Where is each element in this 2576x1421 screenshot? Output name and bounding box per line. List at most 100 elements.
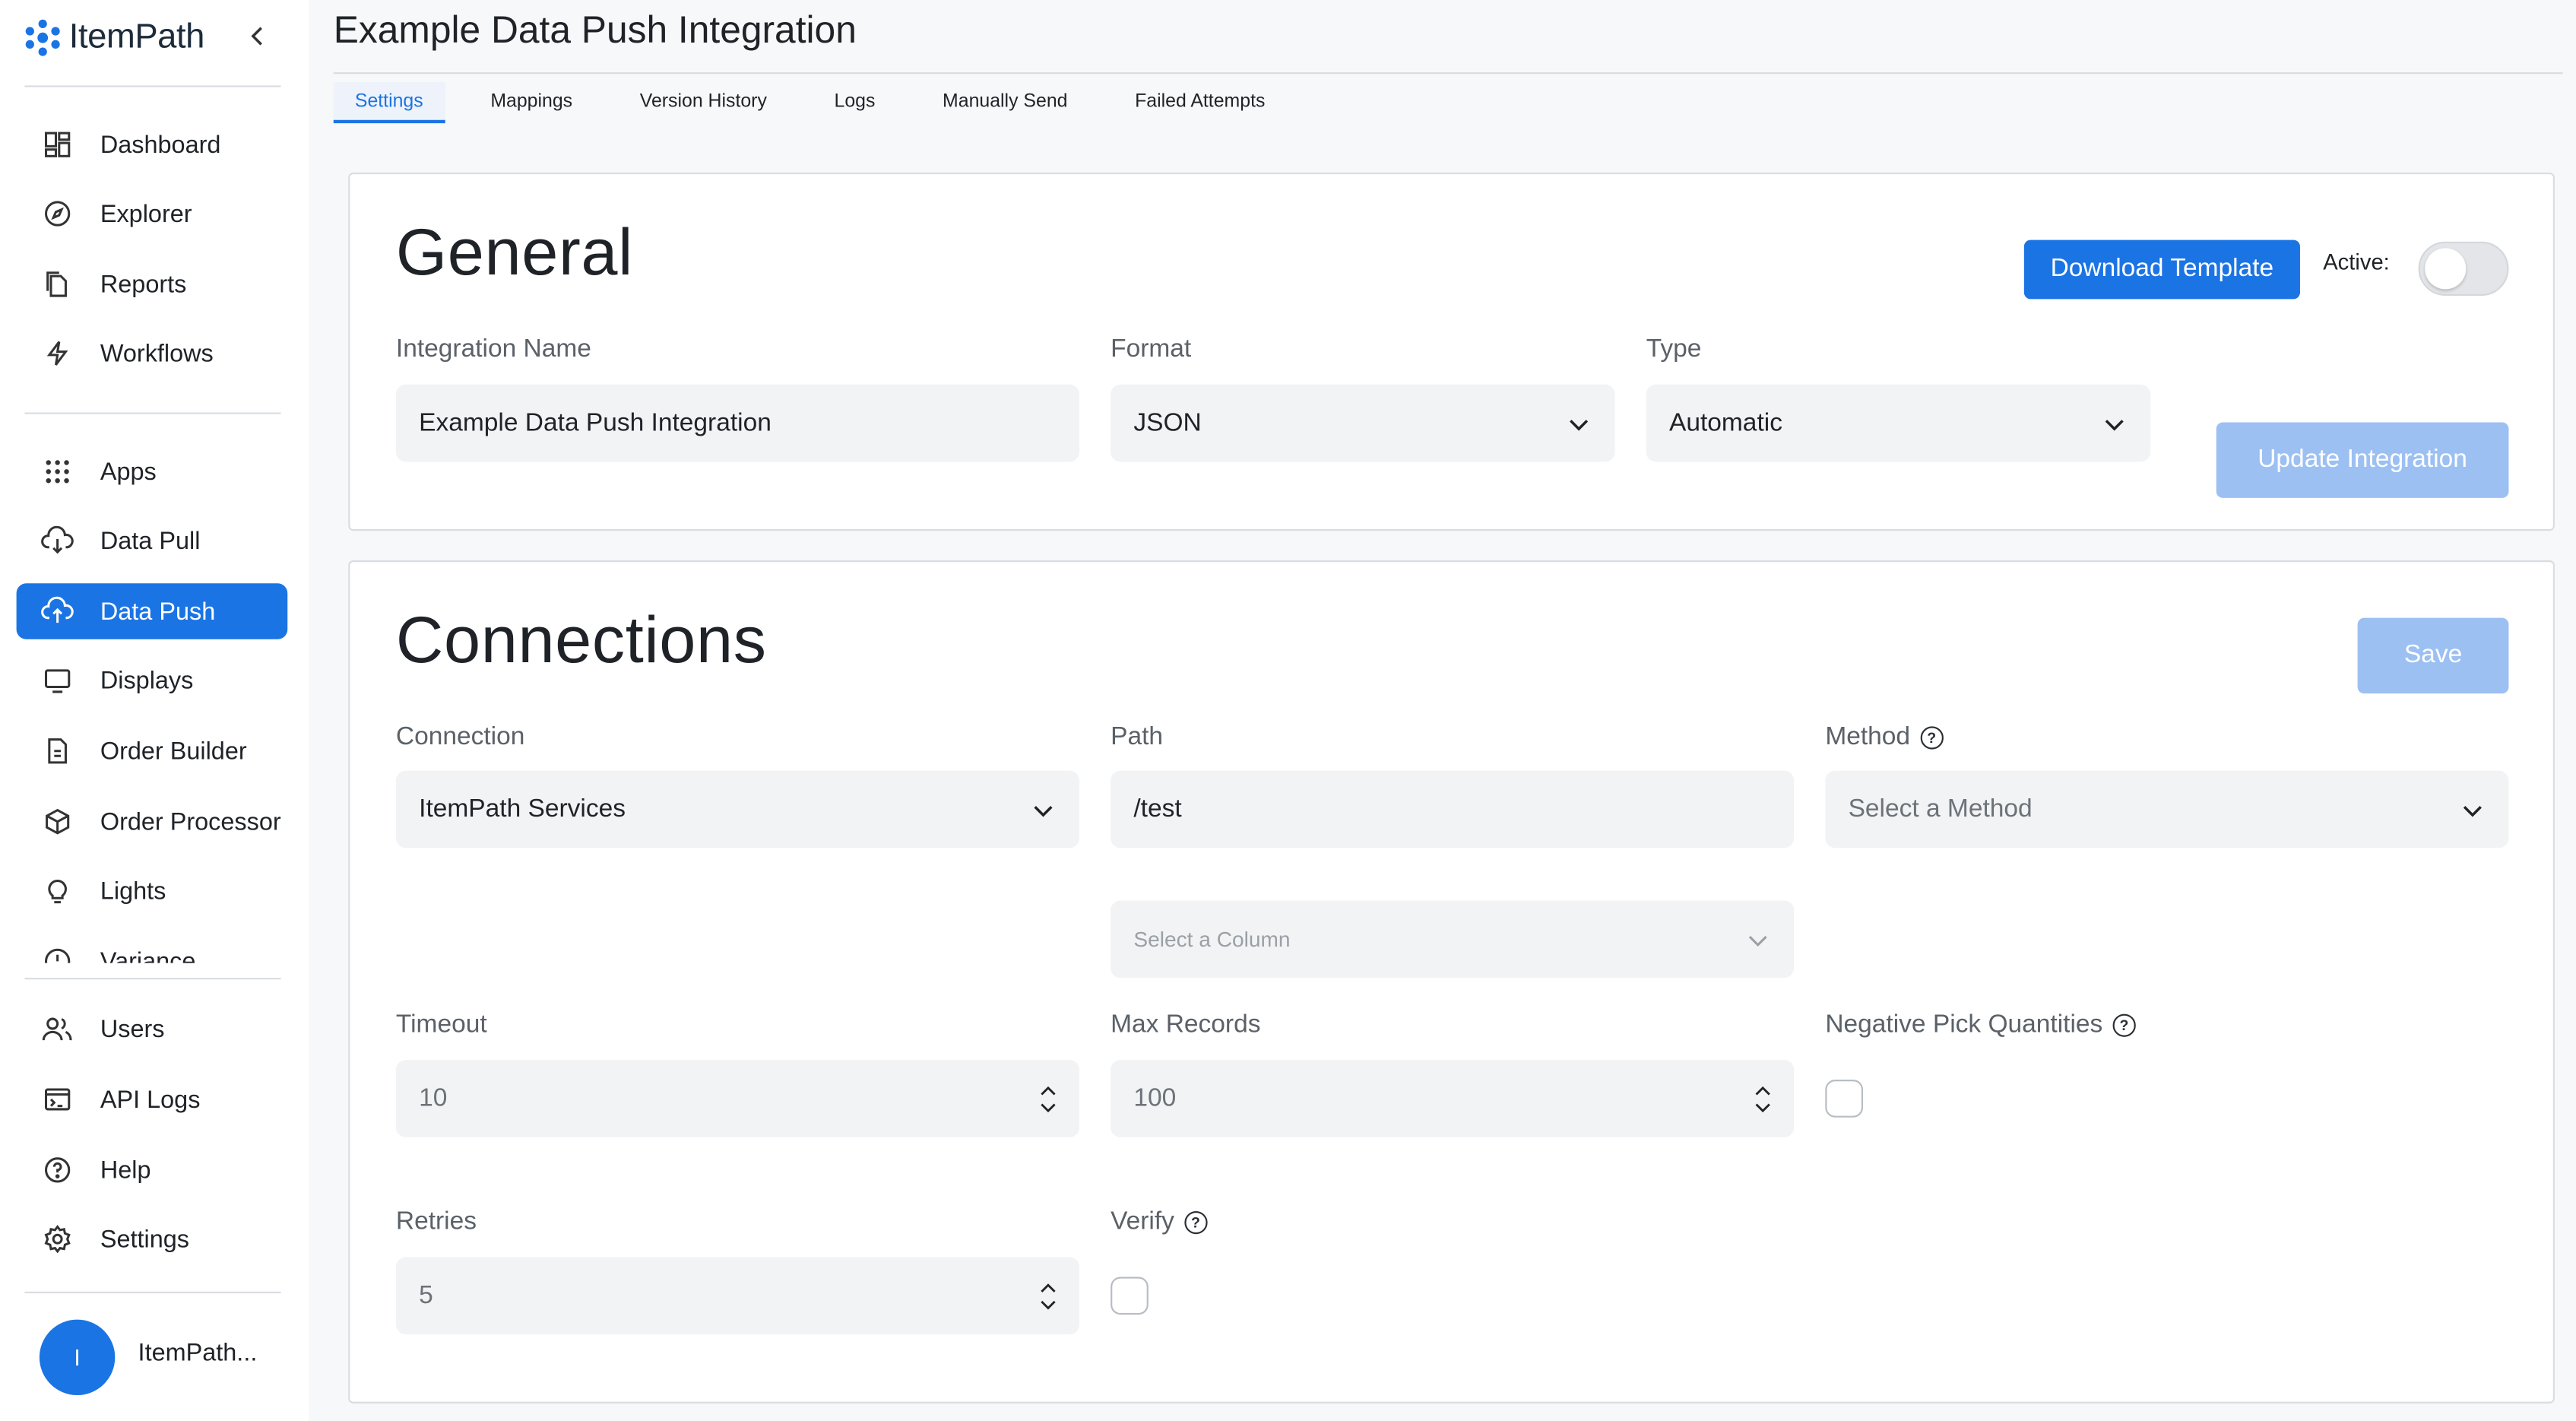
sidebar-item-label: Users: [100, 1014, 165, 1043]
max-records-input[interactable]: 100: [1111, 1060, 1795, 1137]
sidebar-item-apps[interactable]: Apps: [17, 444, 288, 500]
tab-logs[interactable]: Logs: [813, 82, 896, 123]
sidebar-item-order-builder[interactable]: Order Builder: [17, 723, 288, 779]
gear-icon: [41, 1223, 74, 1255]
avatar[interactable]: I: [39, 1319, 116, 1396]
tab-mappings[interactable]: Mappings: [469, 82, 594, 123]
chevron-down-icon[interactable]: [1754, 1102, 1771, 1112]
retries-input[interactable]: 5: [395, 1257, 1080, 1335]
type-select[interactable]: Automatic: [1646, 384, 2151, 462]
download-template-button[interactable]: Download Template: [2023, 239, 2300, 300]
sidebar-item-data-pull[interactable]: Data Pull: [17, 512, 288, 568]
brand-logo[interactable]: ItemPath: [23, 17, 204, 59]
path-value: /test: [1133, 795, 1182, 823]
chevron-down-icon: [1570, 419, 1589, 430]
negative-pick-checkbox[interactable]: [1825, 1080, 1864, 1118]
cloud-upload-icon: [41, 595, 74, 627]
tab-failed-attempts[interactable]: Failed Attempts: [1114, 82, 1287, 123]
sidebar-item-settings[interactable]: Settings: [17, 1211, 288, 1267]
general-card: General Download Template Active: Integr…: [348, 172, 2555, 531]
negative-pick-label-text: Negative Pick Quantities: [1825, 1010, 2103, 1039]
retries-label: Retries: [395, 1207, 477, 1236]
sidebar-item-variance[interactable]: Variance: [17, 934, 288, 963]
chevron-up-icon[interactable]: [1754, 1085, 1771, 1096]
sidebar-item-api-logs[interactable]: API Logs: [17, 1071, 288, 1127]
help-circle-icon[interactable]: ?: [2112, 1013, 2136, 1037]
tab-version-history[interactable]: Version History: [619, 82, 788, 123]
connection-select[interactable]: ItemPath Services: [395, 770, 1080, 848]
help-circle-icon[interactable]: ?: [1920, 726, 1944, 750]
sidebar-item-label: Data Pull: [100, 526, 201, 555]
sidebar-item-workflows[interactable]: Workflows: [17, 325, 288, 381]
method-select[interactable]: Select a Method: [1825, 770, 2509, 848]
sidebar-item-label: Variance: [100, 947, 196, 963]
divider: [24, 85, 281, 87]
timeout-input[interactable]: 10: [395, 1060, 1080, 1137]
save-button[interactable]: Save: [2357, 617, 2509, 694]
sidebar-item-label: Workflows: [100, 339, 214, 368]
chevron-down-icon: [1748, 934, 1767, 946]
help-circle-icon[interactable]: ?: [1183, 1210, 1208, 1235]
format-value: JSON: [1133, 408, 1202, 436]
number-stepper[interactable]: [1040, 1085, 1057, 1112]
sidebar-item-explorer[interactable]: Explorer: [17, 186, 288, 241]
connection-label: Connection: [395, 723, 525, 751]
sidebar-item-label: Apps: [100, 457, 157, 486]
method-placeholder: Select a Method: [1848, 795, 2033, 823]
sidebar-item-label: API Logs: [100, 1085, 201, 1114]
sidebar-scroll-area[interactable]: Apps Data Pull Data Push Displays Order …: [0, 437, 309, 963]
max-records-value: 100: [1133, 1083, 1177, 1112]
itempath-logo-icon: [25, 19, 60, 56]
active-toggle[interactable]: [2418, 241, 2509, 297]
sidebar-item-reports[interactable]: Reports: [17, 256, 288, 312]
cloud-download-icon: [41, 524, 74, 557]
monitor-icon: [41, 664, 74, 696]
sidebar-item-dashboard[interactable]: Dashboard: [17, 116, 288, 172]
sidebar-item-label: Settings: [100, 1225, 190, 1254]
chevron-left-icon: [251, 27, 262, 46]
sidebar-item-data-push[interactable]: Data Push: [16, 583, 288, 639]
toggle-knob: [2425, 248, 2467, 290]
format-select[interactable]: JSON: [1111, 384, 1615, 462]
tab-settings[interactable]: Settings: [333, 82, 445, 124]
cube-icon: [41, 805, 74, 838]
divider: [24, 412, 281, 414]
verify-label: Verify ?: [1111, 1207, 1208, 1238]
chevron-down-icon[interactable]: [1040, 1102, 1057, 1112]
sidebar-item-label: Displays: [100, 666, 194, 695]
connections-card: Connections Save Connection ItemPath Ser…: [348, 560, 2555, 1404]
chevron-down-icon: [2463, 804, 2482, 817]
brand-name: ItemPath: [68, 17, 205, 56]
path-input[interactable]: /test: [1111, 770, 1795, 848]
sidebar-item-users[interactable]: Users: [17, 1001, 288, 1056]
sidebar-item-label: Order Processor: [100, 807, 281, 836]
verify-label-text: Verify: [1111, 1207, 1174, 1236]
sidebar-item-help[interactable]: Help: [17, 1142, 288, 1197]
integration-name-label: Integration Name: [395, 335, 591, 363]
divider: [333, 72, 2563, 75]
active-label: Active:: [2323, 249, 2390, 274]
tab-manually-send[interactable]: Manually Send: [921, 82, 1089, 123]
format-label: Format: [1111, 335, 1192, 363]
sidebar-item-order-processor[interactable]: Order Processor: [17, 794, 288, 849]
sidebar-item-label: Explorer: [100, 199, 192, 228]
column-select[interactable]: Select a Column: [1111, 900, 1795, 979]
sidebar-item-displays[interactable]: Displays: [17, 652, 288, 708]
user-name[interactable]: ItemPath...: [138, 1340, 258, 1368]
max-records-label: Max Records: [1111, 1010, 1261, 1039]
update-integration-button[interactable]: Update Integration: [2216, 422, 2509, 498]
integration-name-input[interactable]: Example Data Push Integration: [395, 384, 1080, 462]
compass-icon: [41, 197, 74, 230]
type-label: Type: [1646, 335, 1702, 363]
chevron-down-icon[interactable]: [1040, 1299, 1057, 1309]
collapse-sidebar-button[interactable]: [246, 23, 269, 49]
chevron-up-icon[interactable]: [1040, 1283, 1057, 1293]
general-title: General: [395, 217, 634, 290]
number-stepper[interactable]: [1754, 1085, 1771, 1112]
sidebar-item-lights[interactable]: Lights: [17, 863, 288, 918]
number-stepper[interactable]: [1040, 1283, 1057, 1309]
verify-checkbox[interactable]: [1111, 1277, 1149, 1315]
chevron-up-icon[interactable]: [1040, 1085, 1057, 1096]
method-label-text: Method: [1825, 723, 1911, 751]
divider: [24, 1291, 281, 1294]
